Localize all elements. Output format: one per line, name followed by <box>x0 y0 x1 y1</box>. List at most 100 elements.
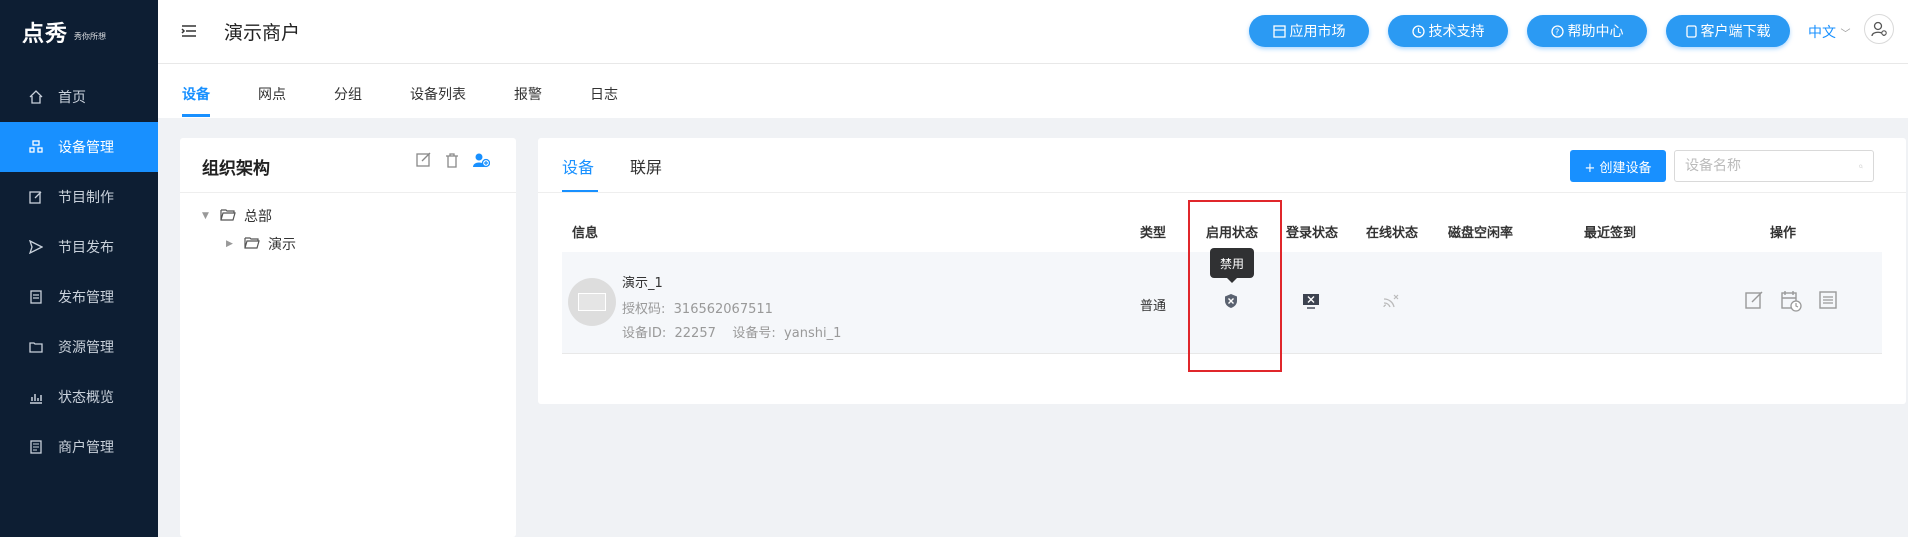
user-avatar[interactable] <box>1864 14 1894 44</box>
sidebar-item-label: 节目发布 <box>58 240 114 256</box>
create-device-button[interactable]: + 创建设备 <box>1570 150 1666 182</box>
device-icon <box>28 139 44 155</box>
tree-node-label: 演示 <box>268 237 296 253</box>
edit-icon <box>28 189 44 205</box>
chevron-down-icon: ﹀ <box>1840 29 1851 40</box>
auth-code-value: 316562067511 <box>673 302 773 317</box>
device-panel: 设备 联屏 + 创建设备 信息 类型 启用状态 登录状态 在线状态 磁盘空闲率 … <box>538 138 1906 404</box>
sidebar-item-status-overview[interactable]: 状态概览 <box>0 372 158 422</box>
delete-icon[interactable] <box>444 152 460 172</box>
menu-toggle-icon[interactable] <box>180 22 198 40</box>
app-market-label: 应用市场 <box>1289 24 1346 40</box>
online-status-offline-icon <box>1382 293 1400 313</box>
send-icon <box>28 239 44 255</box>
column-header-type: 类型 <box>1140 226 1167 241</box>
page-title: 演示商户 <box>224 22 301 44</box>
user-settings-icon <box>1871 21 1887 37</box>
caret-right-icon[interactable]: ▶ <box>226 239 238 249</box>
language-label: 中文 <box>1808 25 1836 41</box>
tab-devices[interactable]: 设备 <box>562 154 594 178</box>
device-id-line: 设备ID: 22257 设备号: yanshi_1 <box>622 322 841 341</box>
column-header-online-status: 在线状态 <box>1366 226 1419 241</box>
sidebar-item-resource-management[interactable]: 资源管理 <box>0 322 158 372</box>
app-market-button[interactable]: 应用市场 <box>1249 15 1369 47</box>
tree-node-child[interactable]: ▶ 演示 <box>226 234 296 254</box>
sub-navigation: 设备 网点 分组 设备列表 报警 日志 <box>158 64 1908 118</box>
auth-code-line: 授权码: 316562067511 <box>622 298 773 317</box>
add-user-icon[interactable] <box>472 152 491 172</box>
sidebar-item-publish-management[interactable]: 发布管理 <box>0 272 158 322</box>
column-header-info: 信息 <box>572 226 599 241</box>
edit-icon[interactable] <box>416 152 432 172</box>
help-center-label: 帮助中心 <box>1567 24 1624 40</box>
help-center-button[interactable]: ? 帮助中心 <box>1527 15 1647 47</box>
sidebar-item-label: 首页 <box>58 90 86 106</box>
folder-open-icon <box>244 236 260 253</box>
sidebar-item-label: 商户管理 <box>58 440 114 456</box>
top-header: 演示商户 应用市场 技术支持 ? 帮助中心 客户端下载 中文 ﹀ <box>158 0 1908 64</box>
doc-icon <box>28 439 44 455</box>
column-header-login-status: 登录状态 <box>1286 226 1339 241</box>
column-header-last-checkin: 最近签到 <box>1584 226 1637 241</box>
device-name: 演示_1 <box>622 276 663 291</box>
details-list-icon[interactable] <box>1818 290 1838 316</box>
sidebar-item-label: 节目制作 <box>58 190 114 206</box>
tab-joint-screen[interactable]: 联屏 <box>630 154 662 178</box>
device-no-label: 设备号: <box>732 326 776 341</box>
tab-log[interactable]: 日志 <box>590 84 618 104</box>
device-search-box <box>1674 150 1874 182</box>
tab-device-list[interactable]: 设备列表 <box>410 84 466 104</box>
tab-outlet[interactable]: 网点 <box>258 84 286 104</box>
sidebar-item-device-management[interactable]: 设备管理 <box>0 122 158 172</box>
auth-code-label: 授权码: <box>622 302 666 317</box>
sidebar-item-label: 资源管理 <box>58 340 114 356</box>
folder-icon <box>28 339 44 355</box>
sidebar-item-merchant-management[interactable]: 商户管理 <box>0 422 158 472</box>
logo-subtitle: 秀你所想 <box>74 31 107 41</box>
sidebar-nav: 首页 设备管理 节目制作 节目发布 发布管理 资源管理 状态概览 商户管理 <box>0 72 158 472</box>
sidebar-item-label: 发布管理 <box>58 290 114 306</box>
active-tab-indicator <box>182 114 210 117</box>
tab-alarm[interactable]: 报警 <box>514 84 542 104</box>
list-icon <box>28 289 44 305</box>
sidebar-item-label: 设备管理 <box>58 140 114 156</box>
column-header-actions: 操作 <box>1770 226 1797 241</box>
logo-text: 点秀 <box>22 22 69 47</box>
home-icon <box>28 89 44 105</box>
screen-placeholder <box>578 293 606 311</box>
sidebar-item-home[interactable]: 首页 <box>0 72 158 122</box>
logo: 点秀 秀你所想 <box>0 0 158 64</box>
language-selector[interactable]: 中文 ﹀ <box>1808 22 1850 42</box>
search-icon[interactable] <box>1859 160 1863 173</box>
device-id-value: 22257 <box>674 326 716 341</box>
divider <box>180 192 516 193</box>
device-search-input[interactable] <box>1685 158 1859 174</box>
caret-down-icon[interactable]: ▼ <box>202 211 214 221</box>
phone-icon <box>1685 24 1697 38</box>
device-no-value: yanshi_1 <box>784 326 842 341</box>
device-thumbnail <box>568 278 616 326</box>
tree-node-root[interactable]: ▼ 总部 <box>202 206 272 226</box>
row-actions <box>1744 290 1838 316</box>
tree-node-label: 总部 <box>244 209 272 225</box>
chart-icon <box>28 389 44 405</box>
column-header-disk-free: 磁盘空闲率 <box>1448 226 1514 241</box>
schedule-icon[interactable] <box>1780 290 1802 316</box>
device-id-label: 设备ID: <box>622 326 667 341</box>
login-status-offline-icon <box>1302 293 1320 313</box>
sidebar-item-program-make[interactable]: 节目制作 <box>0 172 158 222</box>
sidebar: 点秀 秀你所想 首页 设备管理 节目制作 节目发布 发布管理 资源管理 状态概览… <box>0 0 158 537</box>
tab-device[interactable]: 设备 <box>182 84 210 104</box>
tech-support-button[interactable]: 技术支持 <box>1388 15 1508 47</box>
edit-device-icon[interactable] <box>1744 290 1764 316</box>
divider <box>538 192 1906 193</box>
folder-open-icon <box>220 208 236 225</box>
device-type: 普通 <box>1140 299 1167 314</box>
enable-status-highlight <box>1188 200 1282 372</box>
tab-group[interactable]: 分组 <box>334 84 362 104</box>
client-download-button[interactable]: 客户端下载 <box>1666 15 1790 47</box>
org-structure-panel: 组织架构 ▼ 总部 ▶ 演示 <box>180 138 516 537</box>
org-toolbar <box>416 152 491 172</box>
sidebar-item-program-publish[interactable]: 节目发布 <box>0 222 158 272</box>
tech-support-label: 技术支持 <box>1428 24 1485 40</box>
